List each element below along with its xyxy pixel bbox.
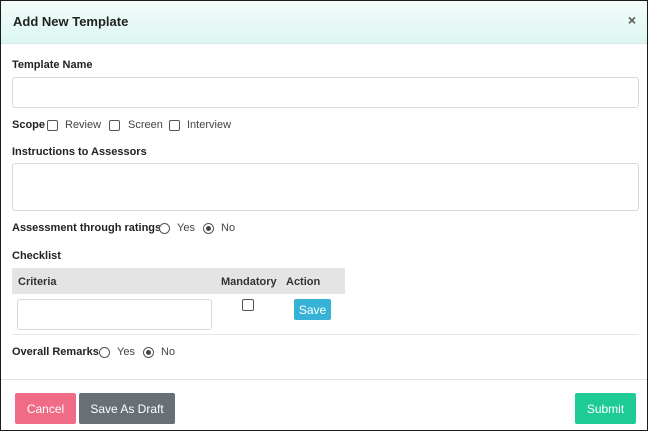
save-criteria-button[interactable]: Save [294,299,331,320]
modal-title: Add New Template [13,14,129,29]
remarks-yes-radio[interactable] [99,347,110,358]
assessment-yes-label: Yes [177,222,195,234]
save-as-draft-button[interactable]: Save As Draft [79,393,175,424]
template-name-label: Template Name [12,59,93,71]
scope-interview-label: Interview [187,119,232,131]
modal-header: Add New Template × [1,1,647,44]
column-criteria: Criteria [18,276,57,288]
mandatory-checkbox[interactable] [242,299,254,311]
remarks-yes-label: Yes [117,346,135,358]
scope-screen-label: Screen [128,119,163,131]
scope-screen-checkbox[interactable] [109,120,120,131]
add-template-modal: Add New Template × Template Name Scope R… [0,0,648,431]
instructions-label: Instructions to Assessors [12,146,147,158]
assessment-yes-radio[interactable] [159,223,170,234]
footer-divider [1,379,647,380]
assessment-no-label: No [221,222,236,234]
checklist-table-header: Criteria Mandatory Action [12,268,345,294]
checklist-divider [12,334,639,335]
criteria-input[interactable] [17,299,212,330]
scope-review-checkbox[interactable] [47,120,58,131]
close-icon[interactable]: × [628,12,636,28]
template-name-input[interactable] [12,77,639,108]
checklist-label: Checklist [12,250,61,262]
remarks-no-radio[interactable] [143,347,154,358]
column-mandatory: Mandatory [221,276,277,288]
overall-remarks-label: Overall Remarks [12,346,99,358]
scope-label: Scope [12,119,46,131]
assessment-no-radio[interactable] [203,223,214,234]
cancel-button[interactable]: Cancel [15,393,76,424]
assessment-ratings-label: Assessment through ratings [12,222,162,234]
submit-button[interactable]: Submit [575,393,636,424]
remarks-no-label: No [161,346,176,358]
instructions-textarea[interactable] [12,163,639,211]
column-action: Action [286,276,321,288]
scope-interview-checkbox[interactable] [169,120,180,131]
scope-review-label: Review [65,119,102,131]
